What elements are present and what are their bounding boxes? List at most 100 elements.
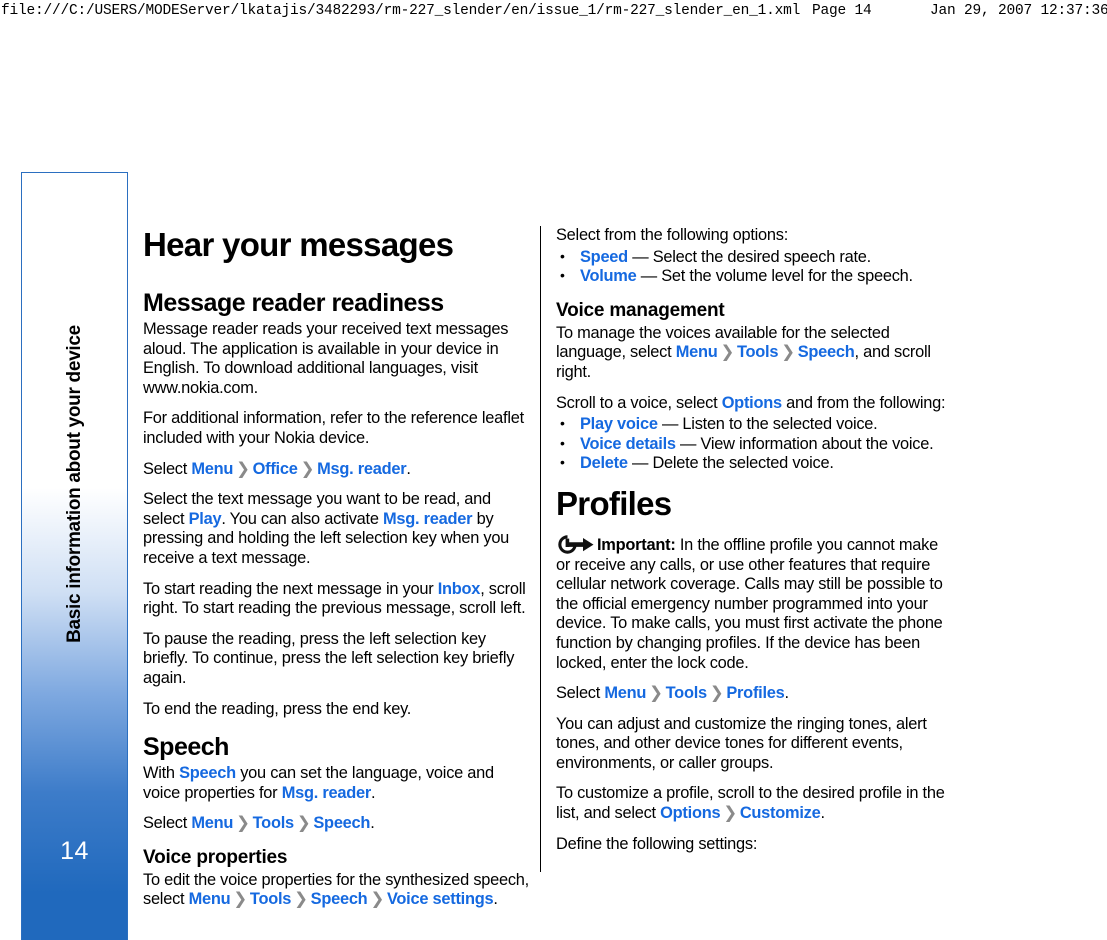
- text-run: With: [143, 764, 180, 783]
- path-separator-icon: ❯: [370, 890, 384, 909]
- important-note: Important: In the offline profile you ca…: [556, 534, 954, 673]
- option-term-delete[interactable]: Delete: [580, 454, 628, 472]
- menu-path-select: Select Menu ❯ Office ❯ Msg. reader.: [143, 460, 533, 480]
- options-list: Speed — Select the desired speech rate. …: [556, 247, 954, 287]
- paragraph: With Speech you can set the language, vo…: [143, 764, 533, 803]
- paragraph: To end the reading, press the end key.: [143, 699, 412, 718]
- menu-path-select: To edit the voice properties for the syn…: [143, 871, 533, 910]
- path-separator-icon: ❯: [294, 890, 308, 909]
- menu-link-menu[interactable]: Menu: [604, 684, 646, 702]
- select-prefix: Select: [143, 814, 192, 833]
- text-run: and from the following:: [781, 393, 946, 412]
- menu-path-select: To customize a profile, scroll to the de…: [556, 784, 954, 823]
- path-separator-icon: ❯: [233, 890, 247, 909]
- select-prefix: Select: [143, 459, 192, 478]
- menu-link-play[interactable]: Play: [189, 510, 222, 528]
- menu-link-menu[interactable]: Menu: [676, 343, 718, 361]
- menu-link-tools[interactable]: Tools: [666, 684, 708, 702]
- menu-link-msg-reader[interactable]: Msg. reader: [282, 784, 372, 802]
- select-suffix: .: [406, 459, 411, 478]
- menu-link-tools[interactable]: Tools: [250, 890, 292, 908]
- column-divider: [540, 226, 541, 872]
- menu-link-menu[interactable]: Menu: [191, 814, 233, 832]
- option-term-voice-details[interactable]: Voice details: [580, 435, 676, 453]
- chapter-sidebar-title: Basic information about your device: [63, 325, 85, 643]
- paragraph: Select from the following options:: [556, 226, 789, 244]
- option-term-volume[interactable]: Volume: [580, 267, 637, 285]
- paragraph: For additional information, refer to the…: [143, 409, 524, 447]
- paragraph: To pause the reading, press the left sel…: [143, 629, 515, 687]
- path-separator-icon: ❯: [723, 804, 737, 823]
- paragraph: To start reading the next message in you…: [143, 580, 533, 619]
- menu-link-inbox[interactable]: Inbox: [438, 580, 481, 598]
- menu-link-voice-settings[interactable]: Voice settings: [387, 890, 494, 908]
- menu-path-select: Select Menu ❯ Tools ❯ Speech.: [143, 814, 533, 834]
- arrow-in-circle-icon: [556, 534, 596, 555]
- menu-link-menu[interactable]: Menu: [189, 890, 231, 908]
- voice-options-list: Play voice — Listen to the selected voic…: [556, 414, 954, 474]
- right-column: Select from the following options: Speed…: [556, 226, 954, 865]
- menu-link-options[interactable]: Options: [660, 804, 720, 822]
- path-separator-icon: ❯: [236, 459, 250, 478]
- chapter-sidebar: Basic information about your device 14: [21, 172, 128, 940]
- menu-link-profiles[interactable]: Profiles: [726, 684, 784, 702]
- menu-link-office[interactable]: Office: [253, 460, 298, 478]
- chapter-heading: Hear your messages: [143, 226, 454, 263]
- option-description: — View information about the voice.: [675, 434, 934, 453]
- subsection-heading-voice-management: Voice management: [556, 299, 725, 321]
- print-header-page: Page 14: [812, 3, 872, 19]
- path-separator-icon: ❯: [781, 343, 795, 362]
- option-term-speed[interactable]: Speed: [580, 248, 628, 266]
- menu-link-tools[interactable]: Tools: [253, 814, 295, 832]
- text-run: To start reading the next message in you…: [143, 579, 438, 598]
- print-header-url: file:///C:/USERS/MODEServer/lkatajis/348…: [1, 3, 801, 19]
- important-text: In the offline profile you cannot make o…: [556, 535, 943, 672]
- left-column: Hear your messages Message reader readin…: [143, 226, 533, 921]
- path-separator-icon: ❯: [236, 814, 250, 833]
- menu-link-msg-reader[interactable]: Msg. reader: [383, 510, 473, 528]
- path-separator-icon: ❯: [720, 343, 734, 362]
- section-heading-speech: Speech: [143, 733, 229, 762]
- menu-path-select: Select Menu ❯ Tools ❯ Profiles.: [556, 684, 954, 704]
- option-term-play-voice[interactable]: Play voice: [580, 415, 658, 433]
- menu-link-customize[interactable]: Customize: [740, 804, 821, 822]
- menu-link-speech[interactable]: Speech: [313, 814, 370, 832]
- list-item: Voice details — View information about t…: [556, 434, 954, 455]
- text-run: Scroll to a voice, select: [556, 393, 722, 412]
- menu-link-menu[interactable]: Menu: [191, 460, 233, 478]
- subsection-heading-voice-properties: Voice properties: [143, 846, 288, 868]
- select-suffix: .: [820, 804, 825, 823]
- menu-link-speech[interactable]: Speech: [179, 764, 236, 782]
- select-suffix: .: [493, 890, 498, 909]
- paragraph: Select the text message you want to be r…: [143, 490, 533, 568]
- list-item: Play voice — Listen to the selected voic…: [556, 414, 954, 435]
- text-run: .: [370, 783, 376, 802]
- select-prefix: Select: [556, 684, 605, 703]
- option-description: — Set the volume level for the speech.: [636, 267, 913, 286]
- select-suffix: .: [784, 684, 790, 703]
- path-separator-icon: ❯: [296, 814, 311, 833]
- option-description: — Listen to the selected voice.: [657, 415, 878, 434]
- menu-link-speech[interactable]: Speech: [798, 343, 855, 361]
- page-number: 14: [60, 837, 89, 865]
- menu-link-speech[interactable]: Speech: [311, 890, 368, 908]
- list-item: Volume — Set the volume level for the sp…: [556, 266, 954, 287]
- list-item: Delete — Delete the selected voice.: [556, 453, 954, 474]
- print-header: file:///C:/USERS/MODEServer/lkatajis/348…: [0, 0, 1107, 22]
- menu-link-tools[interactable]: Tools: [737, 343, 779, 361]
- menu-link-options[interactable]: Options: [722, 394, 782, 412]
- path-separator-icon: ❯: [300, 459, 315, 478]
- select-suffix: .: [370, 814, 375, 833]
- print-header-date: Jan 29, 2007 12:37:36 PM: [930, 3, 1107, 19]
- section-heading-profiles: Profiles: [556, 484, 672, 522]
- list-item: Speed — Select the desired speech rate.: [556, 247, 954, 268]
- section-heading-message-reader-readiness: Message reader readiness: [143, 289, 444, 317]
- menu-link-msg-reader[interactable]: Msg. reader: [317, 460, 407, 478]
- option-description: — Delete the selected voice.: [627, 454, 834, 473]
- path-separator-icon: ❯: [649, 684, 663, 703]
- path-separator-icon: ❯: [709, 684, 724, 703]
- option-description: — Select the desired speech rate.: [627, 247, 871, 266]
- paragraph: You can adjust and customize the ringing…: [556, 714, 927, 772]
- paragraph: Define the following settings:: [556, 834, 758, 853]
- paragraph: Message reader reads your received text …: [143, 320, 509, 397]
